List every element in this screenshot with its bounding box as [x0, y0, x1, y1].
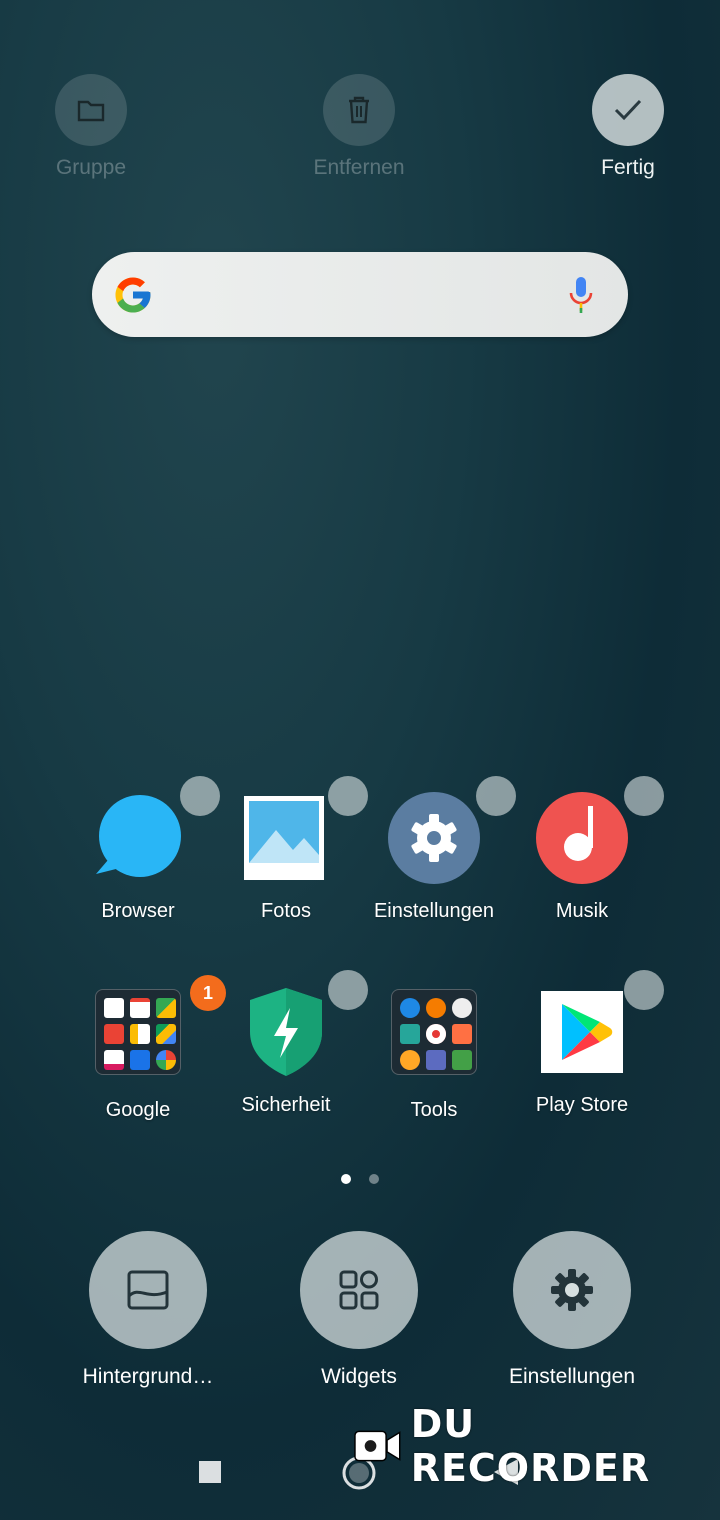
done-action[interactable]: Fertig: [553, 74, 703, 180]
group-action[interactable]: Gruppe: [16, 74, 166, 180]
widgets-button[interactable]: [300, 1231, 418, 1349]
option-label: Einstellungen: [508, 1365, 636, 1388]
app-label: Einstellungen: [373, 900, 495, 922]
photos-icon: [244, 796, 324, 880]
option-label: Hintergrund…: [82, 1365, 214, 1388]
recents-icon: [199, 1461, 221, 1483]
settings-button[interactable]: [513, 1231, 631, 1349]
checkmark-icon: [614, 99, 642, 121]
remove-action[interactable]: Entfernen: [284, 74, 434, 180]
remove-button[interactable]: [323, 74, 395, 146]
google-folder-icon: [95, 989, 181, 1075]
option-wallpaper[interactable]: Hintergrund…: [48, 1231, 248, 1389]
page-dot[interactable]: [369, 1174, 379, 1184]
group-label: Gruppe: [55, 156, 127, 179]
app-label: Browser: [101, 900, 175, 922]
app-label: Tools: [410, 1099, 458, 1121]
wallpaper-icon: [127, 1270, 169, 1310]
app-browser[interactable]: Browser: [64, 776, 220, 923]
widgets-icon: [339, 1270, 379, 1310]
app-settings[interactable]: Einstellungen: [360, 776, 516, 923]
wallpaper-button[interactable]: [89, 1231, 207, 1349]
gear-icon: [551, 1269, 593, 1311]
app-label: Play Store: [535, 1094, 629, 1116]
app-security[interactable]: Sicherheit: [212, 970, 368, 1117]
app-play-store[interactable]: Play Store: [508, 970, 664, 1117]
browser-icon: [96, 795, 181, 877]
option-label: Widgets: [321, 1365, 397, 1388]
du-recorder-watermark: DU RECORDER: [354, 1402, 720, 1490]
app-photos[interactable]: Fotos: [212, 776, 368, 923]
recents-button[interactable]: [199, 1461, 221, 1488]
app-label: Musik: [555, 900, 609, 922]
play-store-icon: [541, 991, 623, 1073]
page-dot-active[interactable]: [341, 1174, 351, 1184]
folder-icon: [77, 100, 105, 122]
settings-icon: [388, 792, 480, 884]
google-g-icon: [115, 277, 151, 313]
app-label: Google: [105, 1099, 171, 1121]
group-button[interactable]: [55, 74, 127, 146]
music-icon: [536, 792, 628, 884]
security-shield-icon: [250, 988, 322, 1076]
tools-folder-icon: [391, 989, 477, 1075]
watermark-text: DU RECORDER: [410, 1402, 651, 1490]
folder-google[interactable]: 1 Google: [64, 975, 226, 1122]
remove-app-dot[interactable]: [624, 970, 664, 1010]
done-label: Fertig: [601, 156, 655, 179]
option-widgets[interactable]: Widgets: [259, 1231, 459, 1389]
trash-icon: [349, 96, 369, 124]
option-settings[interactable]: Einstellungen: [472, 1231, 672, 1389]
app-label: Fotos: [260, 900, 312, 922]
done-button[interactable]: [592, 74, 664, 146]
app-music[interactable]: Musik: [508, 776, 664, 923]
folder-tools[interactable]: Tools: [360, 984, 508, 1122]
google-search-bar[interactable]: [92, 252, 628, 337]
remove-app-dot[interactable]: [624, 776, 664, 816]
app-label: Sicherheit: [241, 1094, 331, 1116]
remove-label: Entfernen: [313, 156, 405, 179]
video-camera-icon: [354, 1430, 401, 1462]
microphone-icon[interactable]: [568, 276, 594, 314]
